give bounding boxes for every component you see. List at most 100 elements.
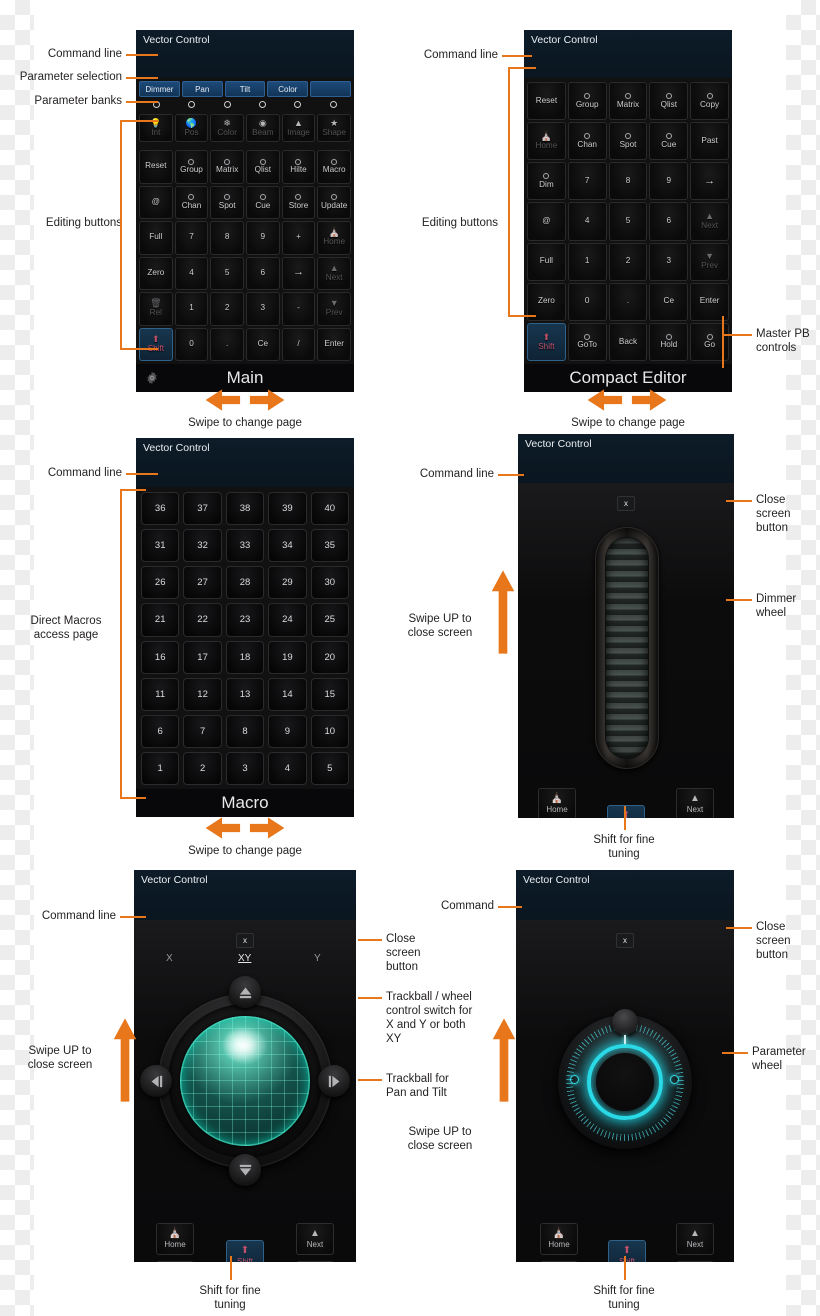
trackball[interactable] — [180, 1016, 310, 1146]
parameter-wheel[interactable] — [558, 1009, 692, 1149]
panel-dimmer-wheel[interactable]: Vector Control x ⛪ Home 🗑 Rel ⬆ Shift ▲ … — [518, 434, 734, 818]
key-home[interactable]: ⛪ Home — [317, 221, 351, 255]
parameter-bank-buttons[interactable]: 💡 Int 🌎 Pos ❄ Color ◉ Beam ▲ Image ★ Sha… — [136, 112, 354, 144]
key-reset[interactable]: Reset — [139, 150, 173, 184]
bank-button-pos[interactable]: 🌎 Pos — [174, 114, 209, 142]
parameter-wheel-knob[interactable] — [612, 1009, 638, 1035]
key-group[interactable]: Group — [174, 150, 209, 184]
macro-button[interactable]: 4 — [268, 751, 307, 785]
bank-button-int[interactable]: 💡 Int — [139, 114, 173, 142]
macro-button[interactable]: 17 — [183, 640, 222, 674]
macro-button[interactable]: 30 — [310, 566, 349, 600]
close-screen-button[interactable]: x — [617, 496, 635, 511]
bank-button-beam[interactable]: ◉ Beam — [246, 114, 280, 142]
key-full[interactable]: Full — [139, 221, 173, 255]
softkey-home[interactable]: ⛪ Home — [538, 788, 576, 818]
ckey-4[interactable]: 4 — [567, 202, 607, 241]
key-cue[interactable]: Cue — [246, 185, 280, 219]
softkey-prev[interactable]: ▼ Prev — [296, 1261, 334, 1262]
softkey-next[interactable]: ▲ Next — [676, 1223, 714, 1255]
parameter-selection-row[interactable]: Dimmer Pan Tilt Color — [136, 81, 354, 97]
key-plus[interactable]: + — [281, 221, 316, 255]
bank-button-image[interactable]: ▲ Image — [281, 114, 316, 142]
ckey-5[interactable]: 5 — [608, 202, 648, 241]
macro-button[interactable]: 24 — [268, 603, 307, 637]
dimmer-wheel[interactable] — [595, 527, 659, 769]
macro-button[interactable]: 20 — [310, 640, 349, 674]
key-spot[interactable]: Spot — [210, 185, 244, 219]
panel-compact-editor[interactable]: Vector Control Reset Group Matrix Qlist … — [524, 30, 732, 392]
left-nub[interactable] — [140, 1065, 172, 1097]
ckey-thru[interactable]: → — [690, 162, 729, 201]
close-screen-button[interactable]: x — [616, 933, 634, 948]
panel-trackball[interactable]: Vector Control x X XY Y ⛪ Home ⬆ Shift ▲… — [134, 870, 356, 1262]
macro-button[interactable]: 39 — [268, 492, 307, 526]
key-3[interactable]: 3 — [246, 292, 280, 326]
ckey-8[interactable]: 8 — [608, 162, 648, 201]
param-select-empty[interactable] — [310, 81, 351, 97]
axis-label-xy[interactable]: XY — [238, 953, 251, 964]
key-thru[interactable]: → — [281, 256, 316, 290]
softkey-home[interactable]: ⛪ Home — [156, 1223, 194, 1255]
ckey-reset[interactable]: Reset — [527, 82, 566, 121]
macro-button[interactable]: 35 — [310, 529, 349, 563]
ckey-next[interactable]: ▲ Next — [690, 202, 729, 241]
compact-keypad[interactable]: Reset Group Matrix Qlist Copy ⛪ Home Chan… — [524, 80, 732, 363]
key-at[interactable]: @ — [139, 185, 173, 219]
macro-button[interactable]: 28 — [225, 566, 265, 600]
softkey-shift[interactable]: ⬆ Shift — [607, 805, 645, 818]
up-nub[interactable] — [229, 976, 261, 1008]
key-prev[interactable]: ▼ Prev — [317, 292, 351, 326]
dimmer-wheel-grip[interactable] — [605, 537, 649, 759]
ckey-full[interactable]: Full — [527, 242, 566, 281]
softkey-next[interactable]: ▲ Next — [676, 788, 714, 818]
ckey-at[interactable]: @ — [527, 202, 566, 241]
softkey-prev[interactable]: ▼ Prev — [676, 1261, 714, 1262]
ckey-chan[interactable]: Chan — [567, 122, 607, 161]
macro-button[interactable]: 9 — [268, 714, 307, 748]
macro-button[interactable]: 21 — [141, 603, 180, 637]
panel-macro[interactable]: Vector Control 36 37 38 39 40 31 32 33 3… — [136, 438, 354, 817]
macro-button[interactable]: 38 — [225, 492, 265, 526]
key-6[interactable]: 6 — [246, 256, 280, 290]
macro-button[interactable]: 34 — [268, 529, 307, 563]
key-1[interactable]: 1 — [174, 292, 209, 326]
macro-button[interactable]: 10 — [310, 714, 349, 748]
key-9[interactable]: 9 — [246, 221, 280, 255]
key-minus[interactable]: - — [281, 292, 316, 326]
ckey-3[interactable]: 3 — [649, 242, 689, 281]
key-matrix[interactable]: Matrix — [210, 150, 244, 184]
panel-macro-footer[interactable]: Macro — [136, 789, 354, 817]
macro-button[interactable]: 6 — [141, 714, 180, 748]
key-next[interactable]: ▲ Next — [317, 256, 351, 290]
ckey-spot[interactable]: Spot — [608, 122, 648, 161]
main-keypad[interactable]: Reset Group Matrix Qlist Hilte Macro @ C… — [136, 148, 354, 363]
ckey-hold[interactable]: Hold — [649, 322, 689, 361]
ckey-group[interactable]: Group — [567, 82, 607, 121]
close-screen-button[interactable]: x — [236, 933, 254, 948]
ckey-0[interactable]: 0 — [567, 282, 607, 321]
macro-button[interactable]: 3 — [225, 751, 265, 785]
key-slash[interactable]: / — [281, 327, 316, 361]
macro-button[interactable]: 23 — [225, 603, 265, 637]
key-4[interactable]: 4 — [174, 256, 209, 290]
key-macro[interactable]: Macro — [317, 150, 351, 184]
ckey-matrix[interactable]: Matrix — [608, 82, 648, 121]
key-store[interactable]: Store — [281, 185, 316, 219]
ckey-6[interactable]: 6 — [649, 202, 689, 241]
macro-button[interactable]: 37 — [183, 492, 222, 526]
macro-button[interactable]: 18 — [225, 640, 265, 674]
key-hilte[interactable]: Hilte — [281, 150, 316, 184]
ckey-home[interactable]: ⛪ Home — [527, 122, 566, 161]
ckey-qlist[interactable]: Qlist — [649, 82, 689, 121]
ckey-1[interactable]: 1 — [567, 242, 607, 281]
axis-label-y[interactable]: Y — [314, 953, 321, 964]
ckey-copy[interactable]: Copy — [690, 82, 729, 121]
macro-button[interactable]: 13 — [225, 677, 265, 711]
macro-button[interactable]: 36 — [141, 492, 180, 526]
key-dot[interactable]: . — [210, 327, 244, 361]
param-select-pan[interactable]: Pan — [181, 81, 223, 97]
macro-grid[interactable]: 36 37 38 39 40 31 32 33 34 35 26 27 28 2… — [136, 489, 354, 788]
ckey-back[interactable]: Back — [608, 322, 648, 361]
softkey-next[interactable]: ▲ Next — [296, 1223, 334, 1255]
